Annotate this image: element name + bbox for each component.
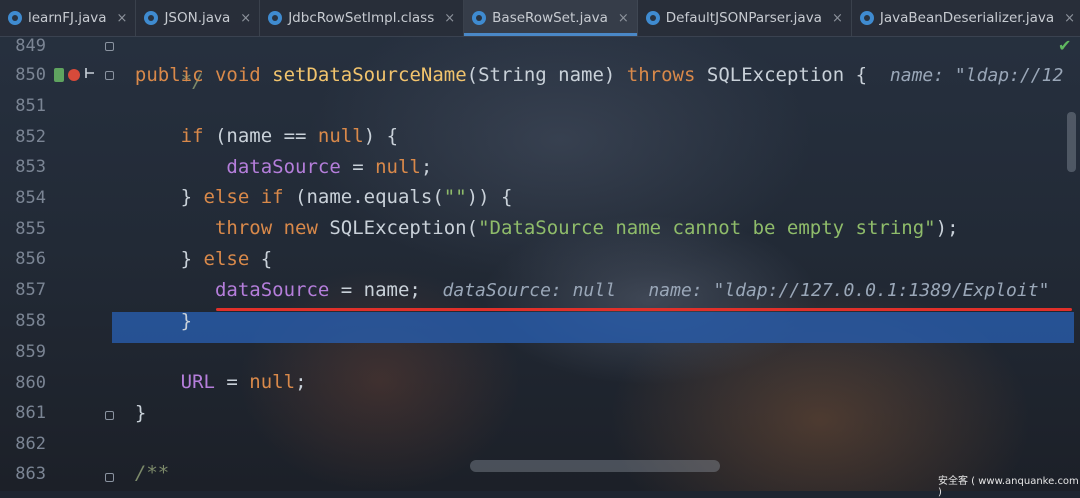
- code-string: "DataSource name cannot be empty string": [478, 217, 936, 239]
- debug-inline-value: dataSource: null name: "ldap://127.0.0.1…: [420, 280, 1050, 301]
- line-number: 855: [15, 219, 46, 239]
- tab-baserowset-java[interactable]: BaseRowSet.java ×: [464, 0, 638, 36]
- code-line: } else {: [112, 244, 1080, 274]
- line-number: 861: [15, 403, 46, 423]
- code-field: URL: [180, 371, 215, 393]
- code-keyword: public void: [134, 64, 273, 86]
- code-text: SQLException(: [329, 217, 479, 239]
- code-string: "": [443, 186, 467, 208]
- java-class-icon: [859, 11, 874, 25]
- code-keyword: null: [375, 156, 421, 178]
- code-keyword: else: [203, 248, 261, 270]
- debug-arrow-icon: [84, 66, 96, 84]
- code-line: public void setDataSourceName(String nam…: [112, 60, 1080, 90]
- line-number: 857: [15, 280, 46, 300]
- code-text: )) {: [466, 186, 513, 208]
- code-line: if (name == null) {: [112, 121, 1080, 151]
- java-class-icon: [8, 11, 22, 25]
- tab-label: JavaBeanDeserializer.java: [879, 10, 1055, 26]
- vertical-scrollbar-thumb[interactable]: [1067, 112, 1076, 172]
- close-icon[interactable]: ×: [832, 11, 843, 26]
- line-number: 860: [15, 373, 46, 393]
- code-text: =: [214, 371, 250, 393]
- code-text: SQLException {: [706, 64, 890, 86]
- tab-label: JSON.java: [164, 10, 231, 26]
- debug-inline-value: name: "ldap://12: [889, 65, 1064, 86]
- code-line-current: dataSource = name; dataSource: null name…: [112, 275, 1080, 305]
- code-text: }: [134, 402, 147, 424]
- tab-jdbcrowsetimpl-class[interactable]: JdbcRowSetImpl.class ×: [260, 0, 465, 36]
- java-class-icon: [472, 11, 487, 25]
- code-method-name: setDataSourceName: [272, 64, 467, 86]
- close-icon[interactable]: ×: [240, 11, 251, 26]
- code-keyword: if: [180, 125, 215, 147]
- code-keyword: throw new: [214, 217, 330, 239]
- code-line: dataSource = null;: [112, 152, 1080, 182]
- editor-tab-bar: learnFJ.java × JSON.java × JdbcRowSetImp…: [0, 0, 1080, 37]
- line-number: 850: [15, 65, 46, 85]
- tab-javabeandeserializer-java[interactable]: JavaBeanDeserializer.java ×: [852, 0, 1080, 36]
- close-icon[interactable]: ×: [444, 11, 455, 26]
- implementation-marker-icon[interactable]: [54, 68, 64, 82]
- code-text: = name;: [329, 279, 421, 301]
- tab-label: BaseRowSet.java: [492, 10, 608, 26]
- code-text: }: [180, 248, 204, 270]
- line-number: 862: [15, 434, 46, 454]
- java-class-icon: [144, 11, 159, 25]
- code-text: (name ==: [214, 125, 318, 147]
- code-editor[interactable]: */ public void setDataSourceName(String …: [112, 36, 1080, 491]
- editor-gutter: 849 850 851 852 853 854 855 856 857 858 …: [0, 36, 114, 491]
- line-number: 863: [15, 464, 46, 484]
- tab-learnfj-java[interactable]: learnFJ.java ×: [0, 0, 137, 36]
- horizontal-scrollbar-thumb[interactable]: [470, 460, 720, 472]
- java-class-icon: [645, 11, 660, 25]
- close-icon[interactable]: ×: [618, 11, 629, 26]
- code-field: dataSource: [226, 156, 341, 178]
- close-icon[interactable]: ×: [1064, 11, 1075, 26]
- line-number: 853: [15, 157, 46, 177]
- code-text: ) {: [363, 125, 399, 147]
- code-keyword: else if: [203, 186, 296, 208]
- line-number: 851: [15, 96, 46, 116]
- code-text: (name.equals(: [295, 186, 444, 208]
- line-number: 856: [15, 249, 46, 269]
- code-text: );: [935, 217, 959, 239]
- line-number: 852: [15, 127, 46, 147]
- tab-label: JdbcRowSetImpl.class: [288, 10, 435, 26]
- inspection-ok-icon[interactable]: ✔: [1058, 36, 1078, 56]
- code-text: (String name): [466, 64, 627, 86]
- code-keyword: null: [317, 125, 364, 147]
- code-text: {: [260, 248, 273, 270]
- line-number: 859: [15, 342, 46, 362]
- code-keyword: null: [249, 371, 296, 393]
- code-line: URL = null;: [112, 367, 1080, 397]
- java-class-icon: [268, 11, 283, 25]
- watermark-text: 安全客 ( www.anquanke.com ): [938, 476, 1079, 498]
- code-text: ;: [295, 371, 307, 393]
- code-text: }: [180, 310, 193, 332]
- code-text: }: [180, 186, 204, 208]
- tab-defaultjsonparser-java[interactable]: DefaultJSONParser.java ×: [638, 0, 852, 36]
- line-number: 854: [15, 188, 46, 208]
- breakpoint-icon[interactable]: [68, 69, 80, 81]
- line-number: 858: [15, 311, 46, 331]
- code-line: throw new SQLException("DataSource name …: [112, 213, 1080, 243]
- close-icon[interactable]: ×: [117, 11, 128, 26]
- code-comment: /**: [134, 462, 170, 484]
- code-field: dataSource: [214, 279, 330, 301]
- code-line: }: [112, 398, 1080, 428]
- code-text: ;: [420, 156, 433, 178]
- code-text: =: [340, 156, 376, 178]
- line-number: 849: [15, 36, 46, 56]
- code-line: } else if (name.equals("")) {: [112, 182, 1080, 212]
- tab-label: DefaultJSONParser.java: [665, 10, 822, 26]
- code-keyword: throws: [626, 64, 707, 86]
- annotation-underline: [216, 308, 1072, 311]
- tab-label: learnFJ.java: [28, 10, 107, 26]
- tab-json-java[interactable]: JSON.java ×: [136, 0, 261, 36]
- gutter-breakpoint-markers: [54, 65, 98, 85]
